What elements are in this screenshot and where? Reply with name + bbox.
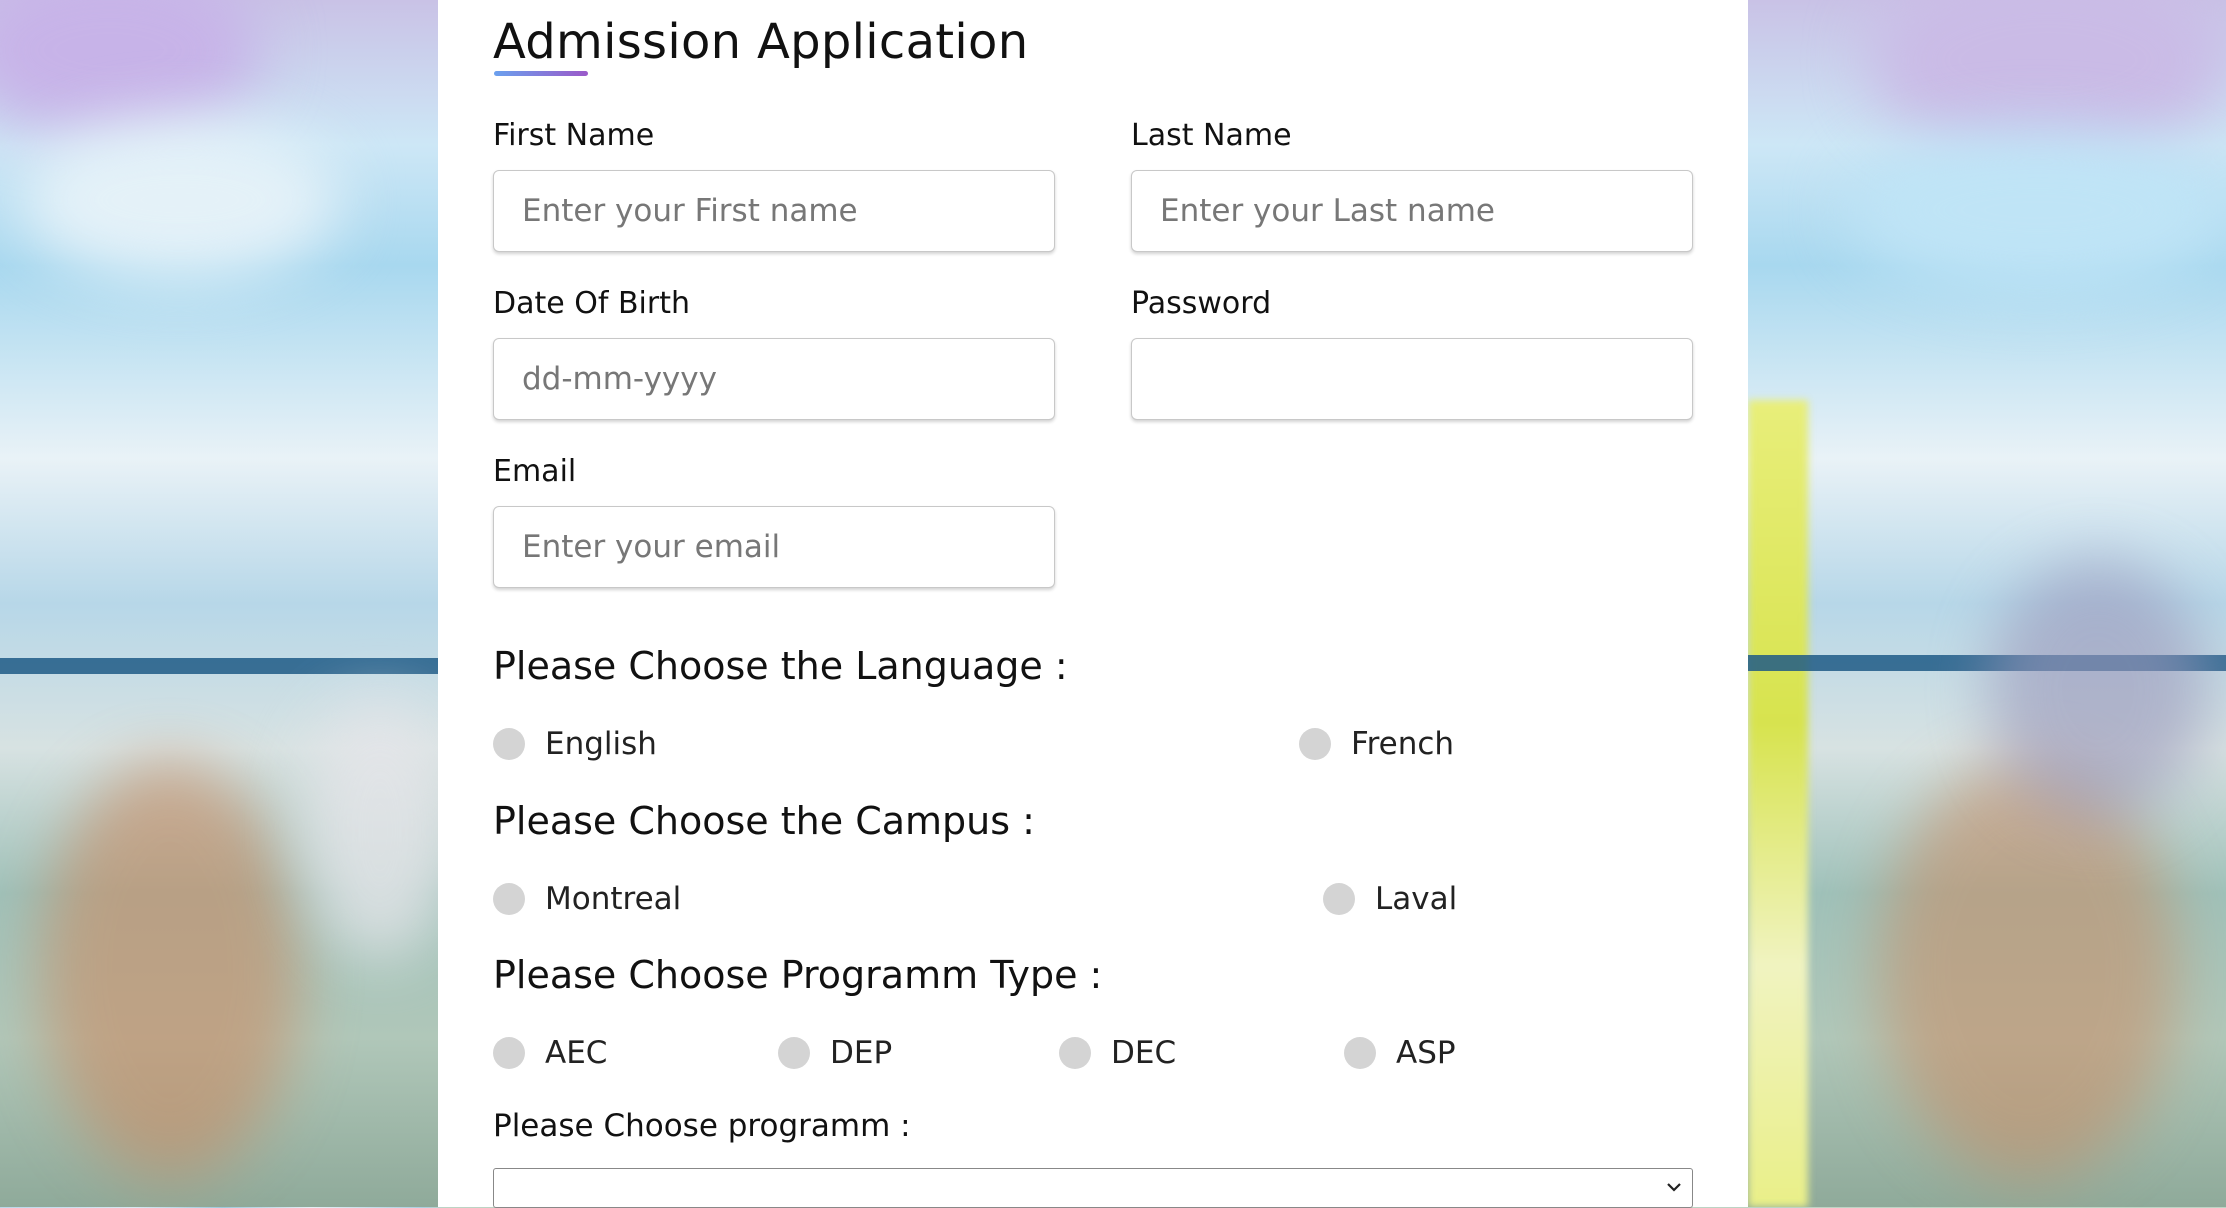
first-name-label: First Name xyxy=(493,118,655,153)
dob-input[interactable] xyxy=(493,338,1055,420)
title-underline xyxy=(494,71,588,76)
option-label: ASP xyxy=(1396,1035,1456,1071)
radio-button[interactable] xyxy=(493,1037,525,1069)
first-name-input[interactable] xyxy=(493,170,1055,252)
radio-button[interactable] xyxy=(493,728,525,760)
campus-section-title: Please Choose the Campus : xyxy=(493,799,1035,843)
form-title: Admission Application xyxy=(493,14,1029,70)
campus-option-laval[interactable]: Laval xyxy=(1323,881,1457,917)
background-photo-left xyxy=(0,0,438,1207)
dob-label: Date Of Birth xyxy=(493,286,690,321)
email-input[interactable] xyxy=(493,506,1055,588)
program-type-section-title: Please Choose Programm Type : xyxy=(493,953,1103,997)
option-label: AEC xyxy=(545,1035,608,1071)
option-label: Laval xyxy=(1375,881,1458,917)
radio-button[interactable] xyxy=(778,1037,810,1069)
language-option-english[interactable]: English xyxy=(493,726,657,762)
option-label: French xyxy=(1351,726,1455,762)
password-label: Password xyxy=(1131,286,1272,321)
language-option-french[interactable]: French xyxy=(1299,726,1454,762)
radio-button[interactable] xyxy=(1323,883,1355,915)
radio-button[interactable] xyxy=(1059,1037,1091,1069)
option-label: DEP xyxy=(830,1035,893,1071)
language-section-title: Please Choose the Language : xyxy=(493,644,1068,688)
program-type-option-asp[interactable]: ASP xyxy=(1344,1035,1456,1071)
last-name-input[interactable] xyxy=(1131,170,1693,252)
program-select-label: Please Choose programm : xyxy=(493,1108,911,1144)
application-form-card: Admission Application First Name Last Na… xyxy=(438,0,1748,1208)
campus-option-montreal[interactable]: Montreal xyxy=(493,881,681,917)
program-select[interactable] xyxy=(493,1168,1693,1208)
radio-button[interactable] xyxy=(493,883,525,915)
last-name-label: Last Name xyxy=(1131,118,1292,153)
program-type-option-aec[interactable]: AEC xyxy=(493,1035,607,1071)
chevron-down-icon xyxy=(1666,1179,1681,1193)
email-label: Email xyxy=(493,454,577,489)
program-type-option-dec[interactable]: DEC xyxy=(1059,1035,1176,1071)
password-input[interactable] xyxy=(1131,338,1693,420)
radio-button[interactable] xyxy=(1299,728,1331,760)
option-label: DEC xyxy=(1111,1035,1177,1071)
option-label: Montreal xyxy=(545,881,682,917)
background-photo-right xyxy=(1748,0,2226,1207)
program-type-option-dep[interactable]: DEP xyxy=(778,1035,892,1071)
option-label: English xyxy=(545,726,657,762)
radio-button[interactable] xyxy=(1344,1037,1376,1069)
